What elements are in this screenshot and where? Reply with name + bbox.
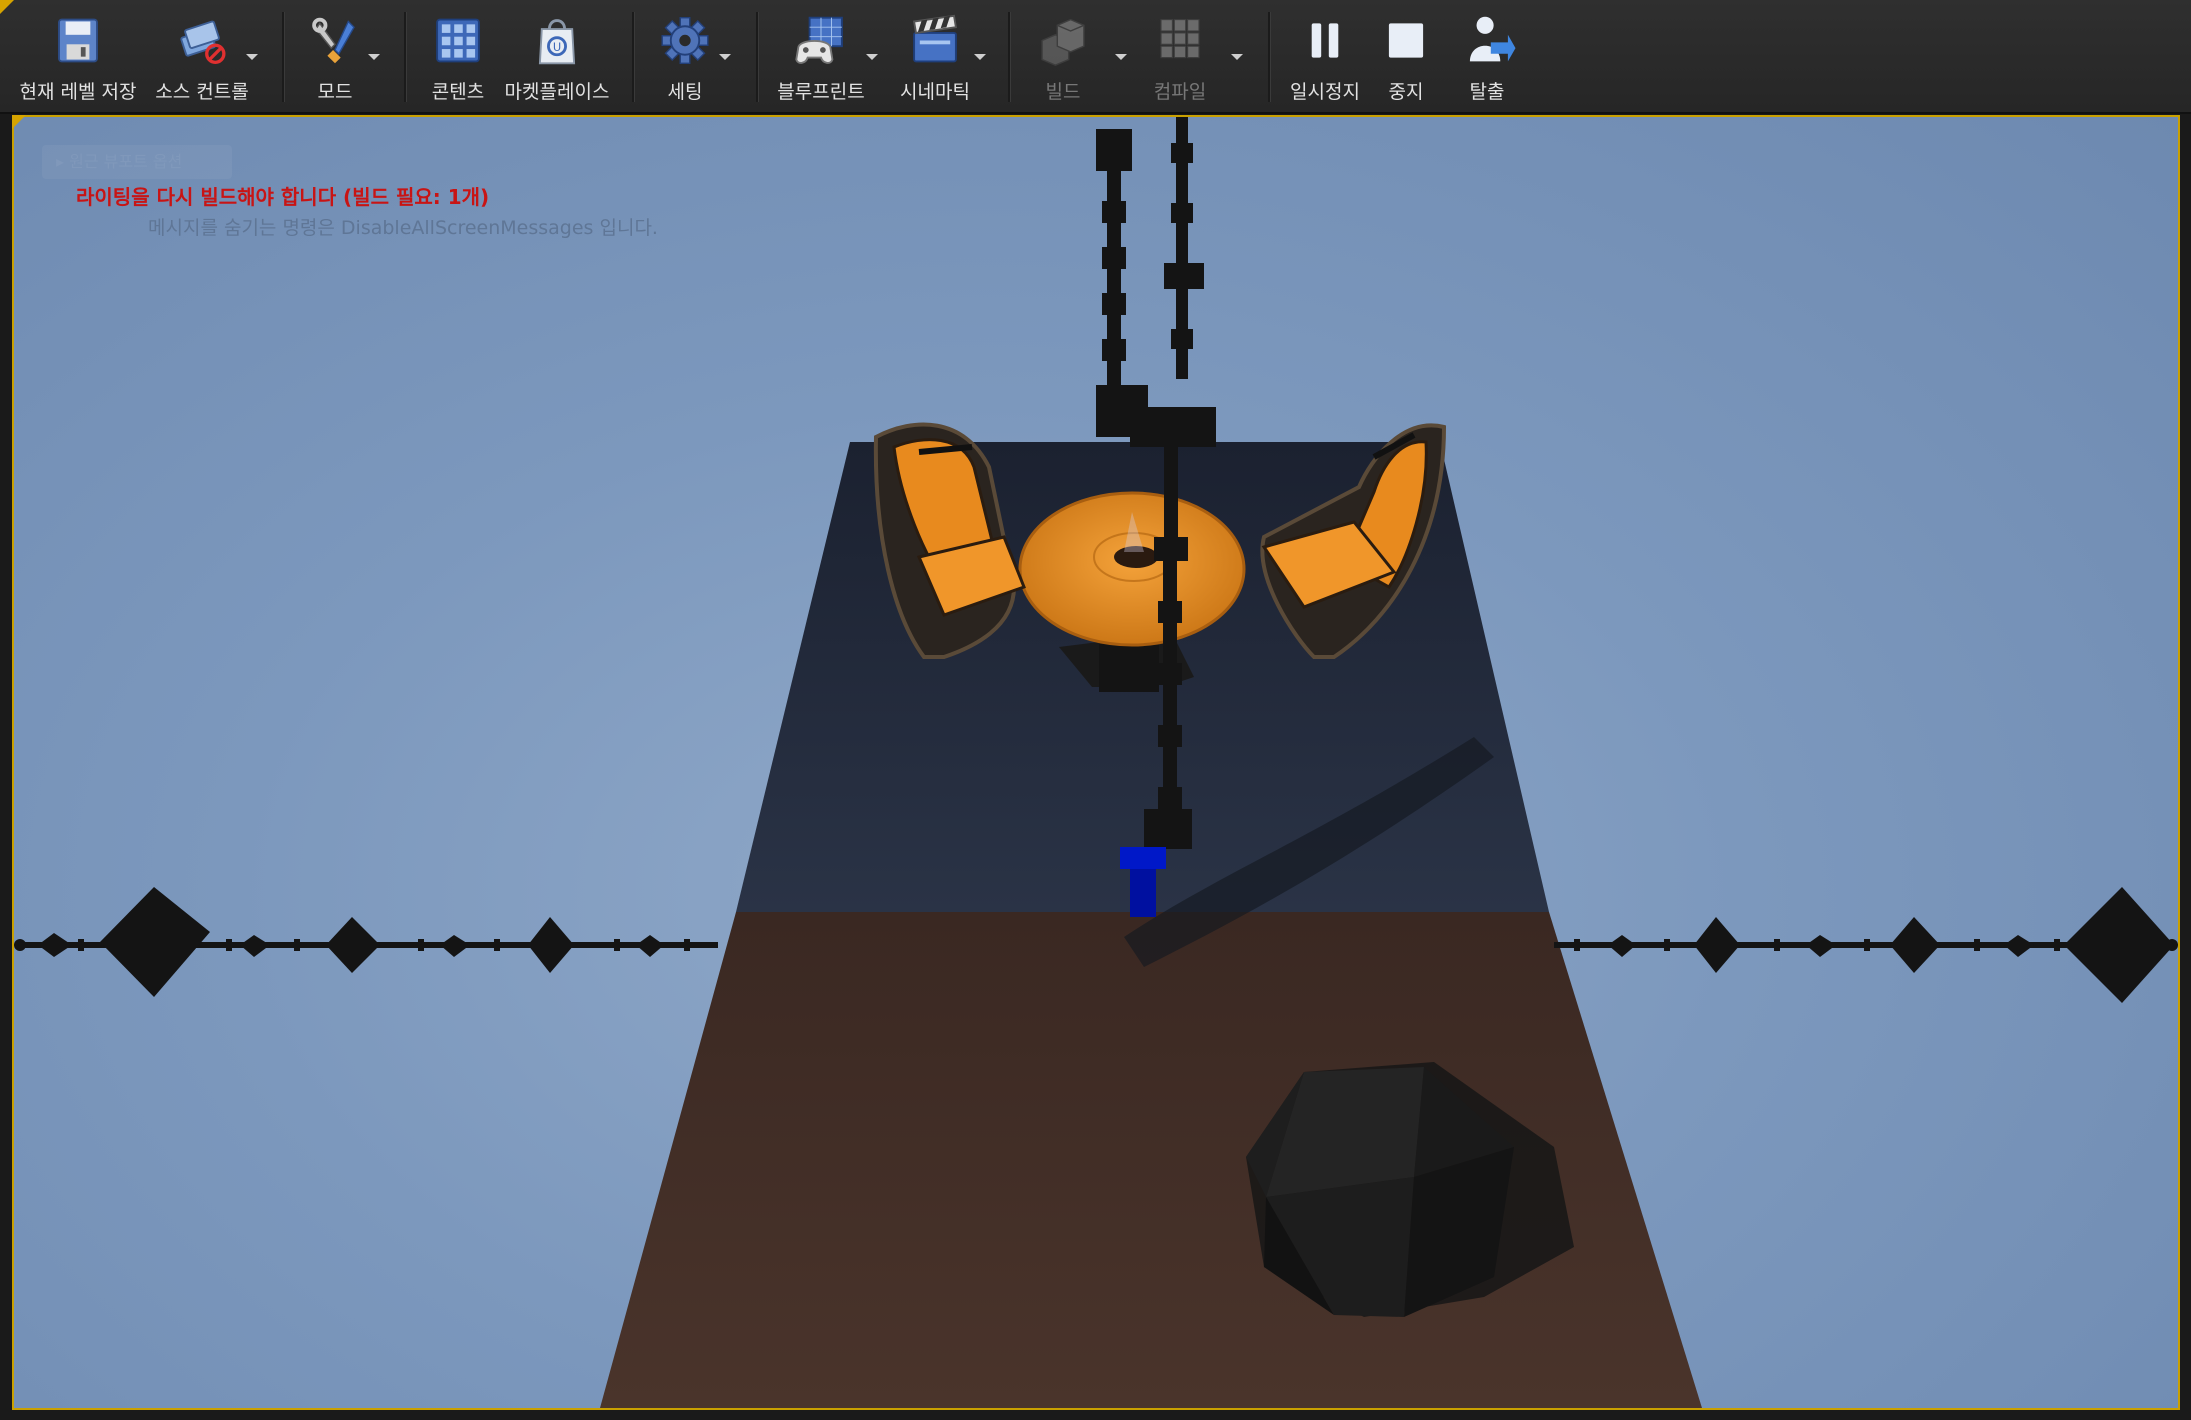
viewport-corner-marker <box>12 115 26 129</box>
cinematic-clapper-icon <box>913 14 957 63</box>
horizontal-chain-right <box>1554 887 2178 1003</box>
settings-gear-icon <box>661 16 709 65</box>
hide-messages-hint: 메시지를 숨기는 명령은 DisableAllScreenMessages 입니… <box>148 217 658 239</box>
modes-button[interactable]: 모드 <box>294 8 376 104</box>
blueprint-gamepad-icon <box>795 16 843 64</box>
settings-button[interactable]: 세팅 <box>650 8 720 104</box>
viewport-options-button[interactable]: ▸ 원근 뷰포트 옵션 <box>42 145 232 179</box>
toolbar-separator <box>282 12 285 102</box>
toolbar-separator <box>404 12 407 102</box>
cinematics-button[interactable]: 시네마틱 <box>890 8 980 104</box>
eject-label: 탈출 <box>1469 81 1505 103</box>
content-grid-icon <box>436 18 480 63</box>
blueprints-dropdown-arrow[interactable] <box>866 54 878 60</box>
transform-gizmo[interactable] <box>1120 847 1166 869</box>
modes-dropdown-arrow[interactable] <box>368 54 380 60</box>
toolbar-corner-marker <box>0 0 14 14</box>
settings-dropdown-arrow[interactable] <box>719 54 731 60</box>
cinematics-label: 시네마틱 <box>900 81 970 103</box>
source-control-dropdown-arrow[interactable] <box>246 54 258 60</box>
compile-button[interactable]: 컴파일 <box>1140 8 1220 104</box>
build-blocks-icon <box>1041 18 1085 66</box>
pause-button[interactable]: 일시정지 <box>1284 8 1366 104</box>
build-button[interactable]: 빌드 <box>1022 8 1104 104</box>
stop-label: 중지 <box>1388 81 1424 103</box>
build-dropdown-arrow[interactable] <box>1115 54 1127 60</box>
modes-label: 모드 <box>317 81 353 103</box>
source-control-icon <box>180 20 226 65</box>
blueprints-button[interactable]: 블루프린트 <box>770 8 872 104</box>
marketplace-label: 마켓플레이스 <box>504 81 610 103</box>
pause-icon <box>1311 23 1339 58</box>
settings-label: 세팅 <box>667 81 703 103</box>
toolbar-separator <box>1268 12 1271 102</box>
eject-icon <box>1469 16 1516 62</box>
save-level-label: 현재 레벨 저장 <box>19 81 137 103</box>
marketplace-button[interactable]: U 마켓플레이스 <box>502 8 612 104</box>
marketplace-bag-icon: U <box>538 19 576 65</box>
transform-gizmo-stem[interactable] <box>1130 869 1156 917</box>
main-toolbar: 현재 레벨 저장 소스 컨트롤 모드 콘텐츠 U 마켓플레이스 세팅 블루프린트… <box>0 0 2191 114</box>
compile-cubes-icon <box>1160 19 1200 59</box>
build-label: 빌드 <box>1045 81 1081 103</box>
toolbar-separator <box>632 12 635 102</box>
vertical-chain-left <box>1096 129 1148 437</box>
toolbar-separator <box>756 12 759 102</box>
stop-button[interactable]: 중지 <box>1376 8 1436 104</box>
save-level-button[interactable]: 현재 레벨 저장 <box>14 8 142 104</box>
blueprints-label: 블루프린트 <box>777 81 865 103</box>
toolbar-separator <box>1008 12 1011 102</box>
viewport-scene[interactable] <box>14 117 2178 1408</box>
modes-tools-icon <box>312 17 355 64</box>
source-control-button[interactable]: 소스 컨트롤 <box>146 8 258 104</box>
svg-text:U: U <box>553 40 561 54</box>
level-viewport[interactable]: ▸ 원근 뷰포트 옵션 라이팅을 다시 빌드해야 합니다 (빌드 필요: 1개)… <box>12 115 2180 1410</box>
eject-button[interactable]: 탈출 <box>1454 8 1520 104</box>
lighting-rebuild-warning: 라이팅을 다시 빌드해야 합니다 (빌드 필요: 1개) <box>76 185 490 209</box>
compile-dropdown-arrow[interactable] <box>1231 54 1243 60</box>
compile-label: 컴파일 <box>1153 81 1207 103</box>
content-label: 콘텐츠 <box>431 81 485 103</box>
stop-icon <box>1388 23 1424 58</box>
pause-label: 일시정지 <box>1290 81 1360 103</box>
save-disk-icon <box>58 18 98 63</box>
source-control-label: 소스 컨트롤 <box>155 81 249 103</box>
content-button[interactable]: 콘텐츠 <box>416 8 500 104</box>
cinematics-dropdown-arrow[interactable] <box>974 54 986 60</box>
horizontal-chain-left <box>14 887 718 997</box>
